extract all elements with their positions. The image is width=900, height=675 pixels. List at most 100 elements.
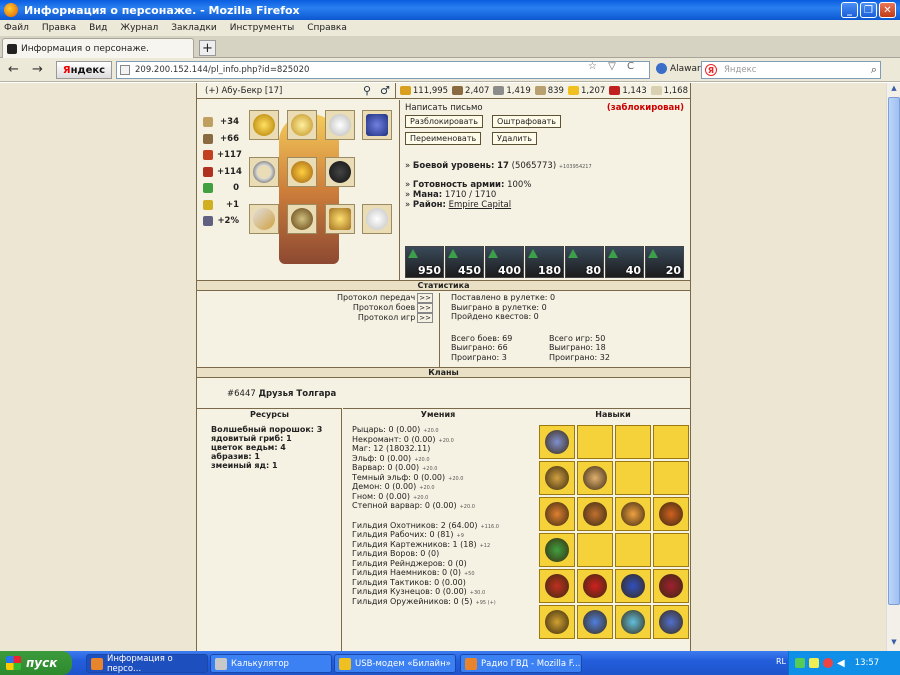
unblock-button[interactable]: Разблокировать bbox=[405, 115, 483, 128]
new-tab-button[interactable]: + bbox=[199, 40, 216, 56]
stat-value: +1 bbox=[225, 199, 239, 210]
maximize-button[interactable]: ❐ bbox=[860, 2, 877, 18]
resource-2: 1,419 bbox=[493, 86, 531, 96]
alawar-button[interactable]: Alawar bbox=[656, 63, 701, 74]
ability-slot[interactable] bbox=[577, 569, 613, 603]
ability-icon bbox=[621, 610, 645, 634]
menu-view[interactable]: Вид bbox=[89, 23, 107, 33]
ability-slot-empty bbox=[615, 425, 651, 459]
protocol-games-link[interactable]: >> bbox=[417, 313, 433, 323]
ability-slot[interactable] bbox=[539, 425, 575, 459]
equip-slot-armor[interactable] bbox=[287, 157, 317, 187]
attack-icon bbox=[203, 117, 213, 127]
protocol-transfers-link[interactable]: >> bbox=[417, 293, 433, 303]
army-unit[interactable]: 180 bbox=[525, 246, 564, 278]
equip-slot-shield[interactable] bbox=[325, 204, 355, 234]
skills-list: Рыцарь: 0 (0.00) +20.0 Некромант: 0 (0.00)… bbox=[352, 425, 499, 606]
character-equipment: +34 +66 +117 +114 0 +1 +2% bbox=[197, 100, 400, 280]
equip-slot-cloak[interactable] bbox=[325, 157, 355, 187]
taskbar-task[interactable]: Радио ГВД - Mozilla F... bbox=[460, 654, 582, 673]
army-unit[interactable]: 40 bbox=[605, 246, 644, 278]
scroll-down-icon[interactable]: ▼ bbox=[888, 638, 900, 650]
search-player-icon[interactable]: ⚲ bbox=[363, 84, 371, 97]
ability-slot[interactable] bbox=[539, 497, 575, 531]
equip-slot-book[interactable] bbox=[362, 110, 392, 140]
ability-slot[interactable] bbox=[615, 605, 651, 639]
character-name[interactable]: (+) Абу-Бекр [17] bbox=[205, 86, 282, 96]
army-unit[interactable]: 450 bbox=[445, 246, 484, 278]
window-title-bar: Информация о персонаже. - Mozilla Firefo… bbox=[0, 0, 900, 20]
url-tools[interactable]: ☆ ▽ C bbox=[588, 61, 638, 72]
ability-slot[interactable] bbox=[539, 605, 575, 639]
equip-slot-necklace[interactable] bbox=[325, 110, 355, 140]
search-input[interactable]: Я Яндекс ⌕ bbox=[701, 61, 881, 79]
volume-icon[interactable]: ◀ bbox=[837, 658, 845, 669]
ability-slot[interactable] bbox=[577, 461, 613, 495]
taskbar-task[interactable]: Информация о персо... bbox=[86, 654, 208, 674]
rename-button[interactable]: Переименовать bbox=[405, 132, 482, 145]
protocol-battles-link[interactable]: >> bbox=[417, 303, 433, 313]
ability-slot[interactable] bbox=[615, 497, 651, 531]
ability-slot[interactable] bbox=[539, 533, 575, 567]
tab-character-info[interactable]: Информация о персонаже. bbox=[2, 38, 194, 58]
army-unit[interactable]: 400 bbox=[485, 246, 524, 278]
district-link[interactable]: Empire Capital bbox=[449, 200, 511, 210]
skill-row: Степной варвар: 0 (0.00) +20.0 bbox=[352, 501, 499, 511]
modem-icon[interactable] bbox=[809, 658, 819, 668]
ability-slot[interactable] bbox=[653, 605, 689, 639]
skill-text: Гильдия Охотников: 2 (64.00) bbox=[352, 520, 478, 530]
resource-item: Волшебный порошок: 3 bbox=[211, 425, 323, 434]
search-icon[interactable]: ⌕ bbox=[871, 63, 877, 77]
unit-badge-icon bbox=[648, 249, 658, 258]
forward-icon[interactable]: → bbox=[32, 62, 43, 77]
equip-slot-boots[interactable] bbox=[287, 204, 317, 234]
menu-bookmarks[interactable]: Закладки bbox=[171, 23, 217, 33]
skill-bonus: +20.0 bbox=[438, 437, 454, 444]
back-icon[interactable]: ← bbox=[8, 62, 19, 77]
language-indicator[interactable]: RL bbox=[776, 657, 786, 666]
delete-button[interactable]: Удалить bbox=[492, 132, 537, 145]
ability-icon bbox=[583, 574, 607, 598]
window-title: Информация о персонаже. - Mozilla Firefo… bbox=[24, 3, 300, 17]
army-unit[interactable]: 20 bbox=[645, 246, 684, 278]
close-button[interactable]: ✕ bbox=[879, 2, 896, 18]
network-icon[interactable] bbox=[795, 658, 805, 668]
army-unit[interactable]: 80 bbox=[565, 246, 604, 278]
scroll-up-icon[interactable]: ▲ bbox=[888, 84, 900, 96]
ability-slot[interactable] bbox=[539, 569, 575, 603]
fine-button[interactable]: Оштрафовать bbox=[492, 115, 561, 128]
skill-text: Гильдия Рабочих: 0 (81) bbox=[352, 530, 454, 539]
url-bar[interactable]: 209.200.152.144/pl_info.php?id=825020 bbox=[116, 61, 650, 79]
equip-slot-mount[interactable] bbox=[362, 204, 392, 234]
ability-slot[interactable] bbox=[615, 569, 651, 603]
menu-help[interactable]: Справка bbox=[307, 23, 347, 33]
vertical-scrollbar[interactable]: ▲ ▼ bbox=[886, 83, 900, 651]
ability-slot[interactable] bbox=[577, 497, 613, 531]
taskbar-task[interactable]: Калькулятор bbox=[210, 654, 332, 673]
menu-history[interactable]: Журнал bbox=[120, 23, 158, 33]
ability-slot[interactable] bbox=[577, 605, 613, 639]
clan-name[interactable]: Друзья Толгара bbox=[258, 389, 336, 399]
menu-edit[interactable]: Правка bbox=[42, 23, 76, 33]
unit-count: 400 bbox=[498, 264, 521, 277]
equip-slot-amulet[interactable] bbox=[249, 110, 279, 140]
scroll-thumb[interactable] bbox=[888, 97, 900, 605]
taskbar-task[interactable]: USB-модем «Билайн» bbox=[334, 654, 456, 673]
security-icon[interactable] bbox=[823, 658, 833, 668]
equip-slot-helmet[interactable] bbox=[287, 110, 317, 140]
write-letter-link[interactable]: Написать письмо bbox=[405, 103, 483, 113]
army-ready-line: » Готовность армии: 100% bbox=[405, 180, 532, 190]
minimize-button[interactable]: _ bbox=[841, 2, 858, 18]
start-button[interactable]: пуск bbox=[0, 651, 72, 675]
yandex-button[interactable]: Яндекс bbox=[56, 61, 112, 79]
ability-slot[interactable] bbox=[653, 497, 689, 531]
ability-slot[interactable] bbox=[539, 461, 575, 495]
menu-tools[interactable]: Инструменты bbox=[230, 23, 294, 33]
menu-file[interactable]: Файл bbox=[4, 23, 29, 33]
equip-slot-weapon[interactable] bbox=[249, 204, 279, 234]
equip-slot-ring[interactable] bbox=[249, 157, 279, 187]
unit-badge-icon bbox=[448, 249, 458, 258]
skill-bonus: +50 bbox=[463, 571, 475, 577]
army-unit[interactable]: 950 bbox=[405, 246, 444, 278]
ability-slot[interactable] bbox=[653, 569, 689, 603]
